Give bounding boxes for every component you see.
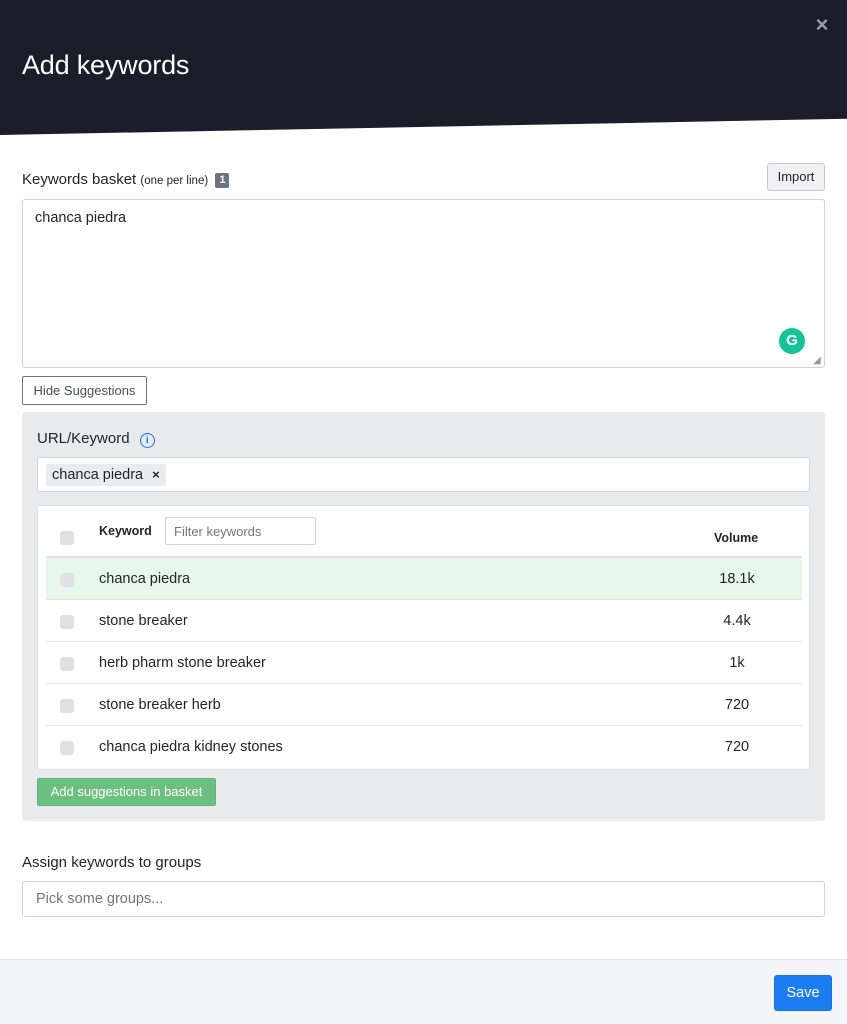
- remove-tag-icon[interactable]: ×: [152, 467, 160, 482]
- table-row[interactable]: chanca piedra kidney stones 720: [46, 726, 802, 768]
- keyword-count-badge: 1: [215, 173, 230, 188]
- volume-column-header: Volume: [714, 531, 759, 545]
- basket-hint: (one per line): [140, 175, 209, 187]
- volume-cell: 4.4k: [723, 613, 751, 629]
- keyword-tag-label: chanca piedra: [52, 467, 144, 483]
- row-checkbox[interactable]: [60, 615, 74, 629]
- keyword-cell: stone breaker: [99, 613, 188, 629]
- suggestions-table: Keyword Volume chanca piedra 18.1k stone…: [37, 505, 810, 770]
- keywords-basket-textarea[interactable]: [22, 199, 825, 368]
- import-button[interactable]: Import: [767, 163, 825, 191]
- select-all-checkbox[interactable]: [60, 531, 74, 545]
- grammarly-icon[interactable]: G: [779, 328, 805, 354]
- volume-cell: 720: [724, 697, 750, 713]
- table-row[interactable]: stone breaker 4.4k: [46, 600, 802, 642]
- table-row[interactable]: chanca piedra 18.1k: [46, 558, 802, 600]
- groups-picker-input[interactable]: [22, 881, 825, 917]
- keyword-column-header: Keyword: [99, 524, 152, 538]
- save-button[interactable]: Save: [774, 975, 832, 1011]
- keyword-cell: chanca piedra: [99, 571, 191, 587]
- keyword-cell: stone breaker herb: [99, 697, 221, 713]
- table-row[interactable]: herb pharm stone breaker 1k: [46, 642, 802, 684]
- assign-groups-label: Assign keywords to groups: [22, 854, 202, 871]
- volume-cell: 1k: [729, 655, 745, 671]
- modal-footer: [0, 959, 847, 1024]
- volume-cell: 18.1k: [719, 571, 755, 587]
- table-header: Keyword Volume: [46, 506, 802, 558]
- row-checkbox[interactable]: [60, 573, 74, 587]
- info-icon[interactable]: i: [139, 433, 155, 448]
- modal-title: Add keywords: [22, 50, 190, 80]
- row-checkbox[interactable]: [60, 699, 74, 713]
- basket-label-text: Keywords basket: [22, 171, 137, 188]
- close-icon[interactable]: ×: [811, 14, 833, 36]
- row-checkbox[interactable]: [60, 657, 74, 671]
- volume-cell: 720: [724, 739, 750, 755]
- filter-keywords-input[interactable]: [165, 517, 316, 545]
- keyword-cell: chanca piedra kidney stones: [99, 739, 283, 755]
- url-keyword-label: URL/Keyword i: [37, 430, 155, 448]
- resize-grip-icon[interactable]: ◢: [813, 356, 823, 366]
- hide-suggestions-button[interactable]: Hide Suggestions: [22, 376, 147, 405]
- table-row[interactable]: stone breaker herb 720: [46, 684, 802, 726]
- keyword-cell: herb pharm stone breaker: [99, 655, 266, 671]
- url-keyword-input[interactable]: chanca piedra ×: [37, 457, 810, 492]
- add-suggestions-button[interactable]: Add suggestions in basket: [37, 778, 216, 806]
- keywords-basket-label: Keywords basket (one per line) 1: [22, 171, 230, 188]
- keyword-tag: chanca piedra ×: [46, 464, 166, 486]
- url-keyword-label-text: URL/Keyword: [37, 430, 130, 447]
- row-checkbox[interactable]: [60, 741, 74, 755]
